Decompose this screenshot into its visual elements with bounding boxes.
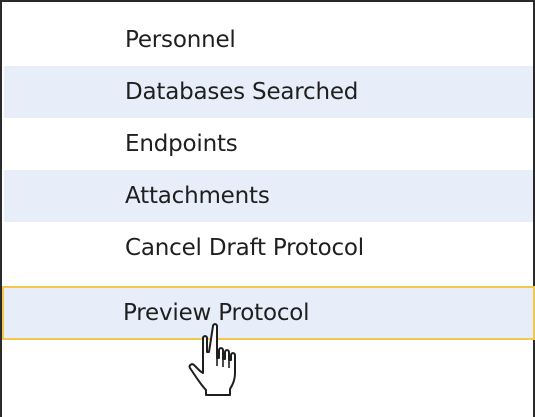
- menu-item-endpoints[interactable]: Endpoints: [4, 118, 533, 170]
- menu-item-databases-searched[interactable]: Databases Searched: [4, 66, 533, 118]
- protocol-menu-panel: Personnel Databases Searched Endpoints A…: [0, 0, 535, 417]
- menu-item-preview-protocol[interactable]: Preview Protocol: [2, 286, 535, 340]
- protocol-menu-list: Personnel Databases Searched Endpoints A…: [2, 14, 535, 340]
- menu-item-personnel[interactable]: Personnel: [4, 14, 533, 66]
- menu-item-cancel-draft-protocol[interactable]: Cancel Draft Protocol: [4, 222, 533, 274]
- menu-item-attachments[interactable]: Attachments: [4, 170, 533, 222]
